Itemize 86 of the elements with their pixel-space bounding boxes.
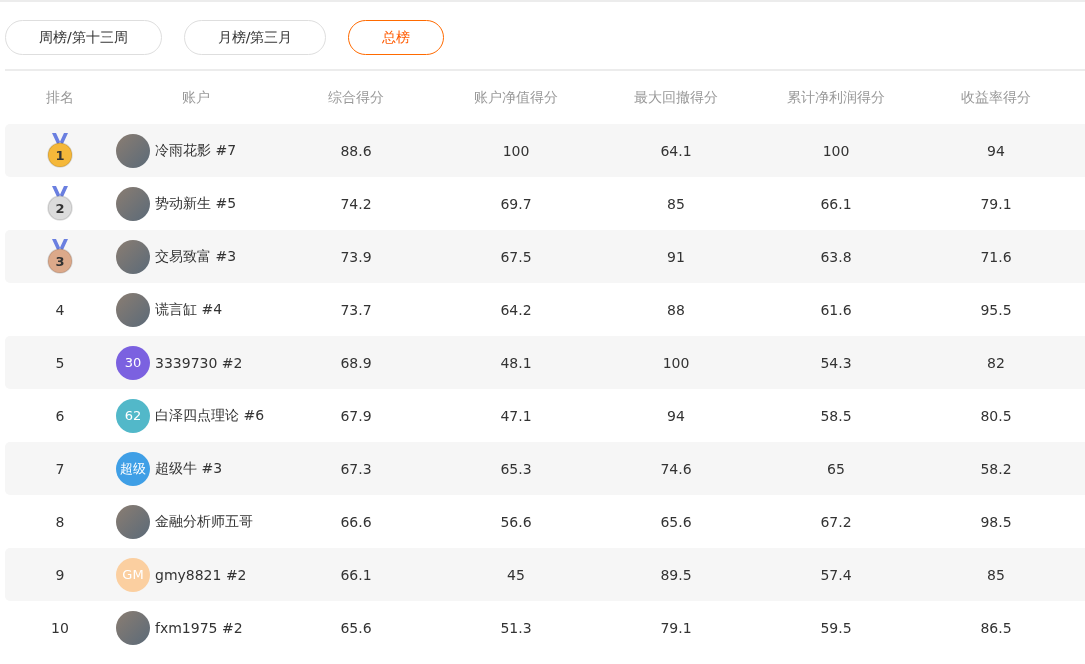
table-cell-text: 88.6: [339, 142, 373, 159]
table-cell-text: 64.1: [659, 142, 693, 159]
table-cell-text: 59.5: [819, 619, 853, 636]
account-name[interactable]: 白泽四点理论 #6: [155, 406, 265, 425]
column-header: 综合得分: [327, 88, 385, 107]
avatar-photo-placeholder: [116, 186, 150, 221]
table-cell-text: 100: [821, 142, 851, 159]
account-name[interactable]: 交易致富 #3: [155, 247, 237, 266]
account-name[interactable]: 谎言缸 #4: [155, 300, 223, 319]
column-header: 累计净利润得分: [786, 88, 886, 107]
avatar-photo-placeholder: [116, 504, 150, 539]
table-cell-text: 86.5: [979, 619, 1013, 636]
table-cell-text: 56.6: [499, 513, 533, 530]
table-cell-text: 51.3: [499, 619, 533, 636]
column-header: 排名: [45, 88, 75, 107]
rank-number: 7: [55, 460, 65, 477]
table-cell-text: 98.5: [979, 513, 1013, 530]
table-cell-text: 66.1: [819, 195, 853, 212]
table-cell-text: 91: [666, 248, 686, 265]
rank-number: 10: [51, 619, 69, 636]
table-cell-text: 45: [506, 566, 526, 583]
avatar: 30: [116, 345, 150, 380]
table-cell-text: 100: [501, 142, 531, 159]
account-name[interactable]: 冷雨花影 #7: [155, 141, 237, 160]
table-cell-text: 65.6: [659, 513, 693, 530]
table-cell-text: 100: [661, 354, 691, 371]
rank-number: 6: [55, 407, 65, 424]
table-cell-text: 67.5: [499, 248, 533, 265]
column-header: 账户: [180, 88, 211, 107]
account-name[interactable]: 金融分析师五哥: [155, 512, 253, 531]
avatar: 62: [116, 398, 150, 433]
table-cell-text: 48.1: [499, 354, 533, 371]
column-header: 账户净值得分: [473, 88, 559, 107]
table-cell-text: 74.6: [659, 460, 693, 477]
avatar: 超级: [116, 451, 150, 486]
column-header: 收益率得分: [960, 88, 1032, 107]
avatar-photo-placeholder: [116, 292, 150, 327]
table-cell-text: 65.6: [339, 619, 373, 636]
avatar: GM: [116, 557, 150, 592]
rank-number: 9: [55, 566, 65, 583]
table-cell-text: 74.2: [339, 195, 373, 212]
table-cell-text: 63.8: [819, 248, 853, 265]
table-cell-text: 64.2: [499, 301, 533, 318]
account-name[interactable]: 势动新生 #5: [155, 194, 237, 213]
column-header: 最大回撤得分: [633, 88, 719, 107]
table-cell-text: 67.2: [819, 513, 853, 530]
table-cell-text: 85: [986, 566, 1006, 583]
table-cell-text: 79.1: [659, 619, 693, 636]
table-cell-text: 58.5: [819, 407, 853, 424]
table-cell-text: 61.6: [819, 301, 853, 318]
table-cell-text: 80.5: [979, 407, 1013, 424]
table-cell-text: 54.3: [819, 354, 853, 371]
table-cell-text: 79.1: [979, 195, 1013, 212]
table-cell-text: 73.7: [339, 301, 373, 318]
table-cell-text: 57.4: [819, 566, 853, 583]
table-cell-text: 85: [666, 195, 686, 212]
table-cell-text: 68.9: [339, 354, 373, 371]
table-cell-text: 71.6: [979, 248, 1013, 265]
table-cell-text: 82: [986, 354, 1006, 371]
table-cell-text: 65.3: [499, 460, 533, 477]
table-cell-text: 73.9: [339, 248, 373, 265]
table-cell-text: 58.2: [979, 460, 1013, 477]
table-cell-text: 66.1: [339, 566, 373, 583]
table-cell-text: 66.6: [339, 513, 373, 530]
avatar-photo-placeholder: [116, 239, 150, 274]
rank-number: 5: [55, 354, 65, 371]
avatar-photo-placeholder: [116, 610, 150, 645]
account-name[interactable]: gmy8821 #2: [155, 566, 247, 583]
table-cell-text: 67.3: [339, 460, 373, 477]
avatar-photo-placeholder: [116, 133, 150, 168]
table-cell-text: 69.7: [499, 195, 533, 212]
table-cell-text: 47.1: [499, 407, 533, 424]
account-name[interactable]: fxm1975 #2: [155, 619, 243, 636]
rank-number: 4: [55, 301, 65, 318]
rank-number: 8: [55, 513, 65, 530]
table-cell-text: 94: [986, 142, 1006, 159]
tab[interactable]: 周榜/第十三周: [5, 20, 162, 55]
table-cell-text: 88: [666, 301, 686, 318]
account-name[interactable]: 超级牛 #3: [155, 459, 223, 478]
table-cell-text: 67.9: [339, 407, 373, 424]
table-cell-text: 89.5: [659, 566, 693, 583]
table-cell-text: 94: [666, 407, 686, 424]
tab[interactable]: 月榜/第三月: [183, 20, 327, 55]
account-name[interactable]: 3339730 #2: [155, 354, 243, 371]
table-cell-text: 65: [826, 460, 846, 477]
table-cell-text: 95.5: [979, 301, 1013, 318]
